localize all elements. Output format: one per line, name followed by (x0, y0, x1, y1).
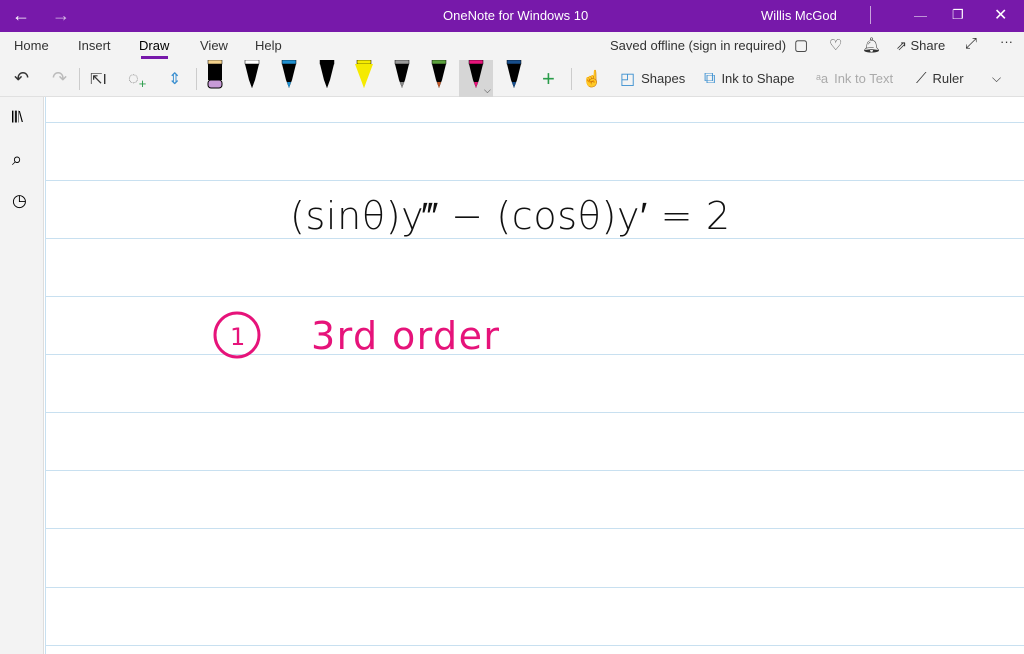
undo-icon[interactable]: ↶ (14, 60, 29, 97)
lightbulb-icon[interactable]: ♡ (829, 36, 842, 54)
restore-icon[interactable]: ❐ (952, 7, 964, 23)
pen-navy-icon[interactable] (497, 59, 531, 97)
ink-to-shape-icon: ⧉ (704, 69, 716, 87)
sync-status[interactable]: Saved offline (sign in required) (610, 38, 786, 53)
forward-arrow-icon[interactable]: → (52, 5, 70, 26)
share-button[interactable]: ⇗ Share (896, 38, 945, 54)
tab-help[interactable]: Help (255, 38, 282, 53)
ink-item-text: 3rd order (311, 314, 499, 358)
ribbon-tabs: Home Insert Draw View Help Saved offline… (0, 32, 1024, 60)
shapes-button[interactable]: ◰ Shapes (620, 60, 685, 97)
pen-black-icon[interactable] (310, 59, 344, 97)
app-title: OneNote for Windows 10 (443, 8, 589, 23)
type-select-icon[interactable]: ⇱I (90, 60, 107, 97)
ink-to-shape-button[interactable]: ⧉ Ink to Shape (704, 60, 794, 97)
share-icon: ⇗ (896, 38, 911, 53)
tab-home[interactable]: Home (14, 38, 49, 53)
ink-to-text-icon: ᵃa (816, 71, 829, 86)
fullscreen-icon[interactable]: ⤢ (965, 35, 977, 52)
pen-black-fine-icon[interactable] (235, 59, 269, 97)
highlighter-yellow-icon[interactable] (347, 59, 381, 97)
back-arrow-icon[interactable]: ← (12, 5, 30, 26)
svg-text:⌵: ⌵ (484, 85, 491, 95)
user-name[interactable]: Willis McGod (761, 8, 837, 23)
ruler-button[interactable]: ⟋ Ruler (916, 60, 964, 97)
pen-galaxy-icon[interactable] (422, 59, 456, 97)
minimize-icon[interactable]: — (914, 8, 927, 23)
pen-blue-icon[interactable] (272, 59, 306, 97)
sticky-notes-icon[interactable]: ▢ (794, 36, 808, 54)
close-icon[interactable]: ✕ (994, 5, 1007, 25)
notebooks-icon[interactable]: 𝄃𝄃\ (12, 109, 32, 129)
eraser-icon[interactable] (198, 59, 232, 97)
tab-draw[interactable]: Draw (139, 38, 169, 53)
navigation-sidebar: 𝄃𝄃\ ⌕ ◷ (0, 97, 44, 654)
redo-icon[interactable]: ↷ (52, 60, 67, 97)
ink-item-marker: 1 (230, 323, 245, 351)
search-icon[interactable]: ⌕ (12, 149, 32, 169)
ink-to-text-button[interactable]: ᵃa Ink to Text (816, 60, 893, 97)
pen-pink-icon[interactable]: ⌵ (459, 59, 493, 97)
title-bar: ← → OneNote for Windows 10 Willis McGod … (0, 0, 1024, 32)
ink-equation: (sinθ)y‴ − (cosθ)y′ = 2 (290, 194, 730, 238)
lasso-select-icon[interactable]: ◌ + (128, 60, 146, 97)
recent-clock-icon[interactable]: ◷ (12, 191, 32, 211)
bell-icon[interactable]: 🔔︎ (862, 36, 881, 54)
tab-insert[interactable]: Insert (78, 38, 111, 53)
shapes-icon: ◰ (620, 70, 636, 88)
ruler-icon: ⟋ (916, 70, 927, 87)
chevron-down-icon[interactable]: ⌵ (992, 60, 1001, 97)
note-page[interactable]: (sinθ)y‴ − (cosθ)y′ = 2 1 3rd order (45, 97, 1024, 654)
draw-toolbar: ↶ ↷ ⇱I ◌ + ⇕ ⌵ + ☝ ◰ Shapes ⧉ Ink to Shape … (0, 59, 1024, 97)
pencil-gray-icon[interactable] (385, 59, 419, 97)
add-space-icon[interactable]: ⇕ (168, 60, 181, 97)
touch-draw-icon[interactable]: ☝ (582, 60, 602, 97)
tab-view[interactable]: View (200, 38, 228, 53)
add-pen-icon[interactable]: + (542, 60, 555, 97)
more-icon[interactable]: ··· (1000, 34, 1013, 49)
ink-canvas[interactable]: (sinθ)y‴ − (cosθ)y′ = 2 1 3rd order (45, 97, 1024, 654)
